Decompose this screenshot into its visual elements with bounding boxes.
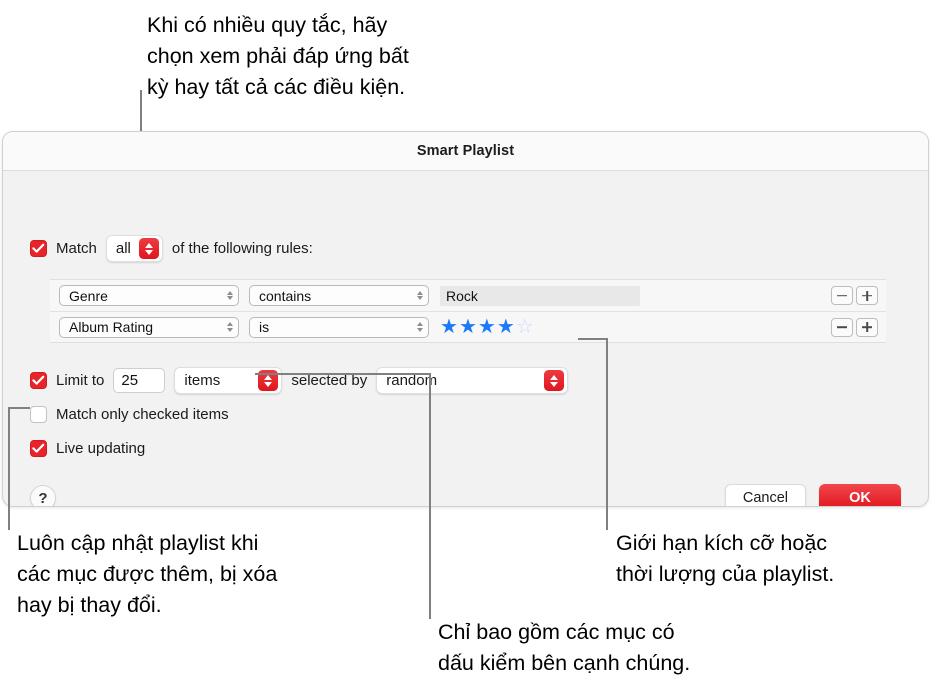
chevron-updown-icon — [417, 290, 423, 301]
limit-amount-input[interactable]: 25 — [113, 368, 166, 393]
help-button[interactable]: ? — [30, 485, 56, 506]
match-only-checked-checkbox[interactable] — [30, 406, 47, 423]
rule-field-select[interactable]: Genre — [59, 285, 239, 306]
dialog-buttons: Cancel OK — [724, 484, 901, 506]
rule-field-value: Genre — [69, 287, 108, 304]
cancel-button[interactable]: Cancel — [724, 484, 806, 506]
selected-by-popup[interactable]: random — [376, 367, 569, 394]
star-empty-icon[interactable]: ☆ — [516, 317, 534, 337]
rule-operator-select[interactable]: is — [249, 316, 429, 338]
live-updating-label: Live updating — [56, 440, 146, 457]
match-only-checked-label: Match only checked items — [56, 406, 229, 423]
rule-rating-stars[interactable]: ★ ★ ★ ★ ☆ — [440, 317, 534, 337]
leader-line-limit-v — [606, 338, 608, 530]
chevron-updown-icon — [227, 290, 233, 301]
leader-line-match-only-checked-h — [255, 373, 431, 375]
match-scope-popup[interactable]: all — [105, 235, 163, 262]
limit-row: Limit to 25 items selected by random — [30, 367, 569, 394]
dialog-body: Match all of the following rules: Genre — [3, 171, 928, 506]
match-checkbox[interactable] — [30, 240, 47, 257]
rule-row: Album Rating is ★ ★ ★ ★ ☆ — [50, 311, 886, 342]
callout-match-only-checked: Chỉ bao gồm các mục có dấu kiểm bên cạnh… — [438, 620, 691, 675]
star-filled-icon[interactable]: ★ — [478, 317, 496, 337]
match-suffix-label: of the following rules: — [171, 240, 313, 257]
dialog-titlebar: Smart Playlist — [3, 132, 928, 171]
rule-row: Genre contains Rock — [50, 280, 886, 311]
limit-unit-value: items — [184, 372, 221, 389]
rule-value-input[interactable]: Rock — [440, 285, 640, 306]
match-only-checked-row: Match only checked items — [30, 406, 229, 423]
chevron-updown-icon — [227, 322, 233, 332]
star-filled-icon[interactable]: ★ — [440, 317, 458, 337]
rule-field-select[interactable]: Album Rating — [59, 316, 239, 338]
limit-label: Limit to — [56, 372, 105, 389]
dialog-title: Smart Playlist — [416, 143, 515, 159]
star-filled-icon[interactable]: ★ — [459, 317, 477, 337]
stepper-chevrons-icon — [544, 370, 565, 391]
leader-line-live-updating-v — [8, 407, 10, 530]
add-rule-button[interactable] — [856, 317, 878, 337]
add-rule-button[interactable] — [856, 286, 878, 305]
ok-button[interactable]: OK — [819, 484, 901, 506]
checkmark-icon — [32, 243, 45, 253]
match-label: Match — [56, 240, 97, 257]
live-updating-checkbox[interactable] — [30, 440, 47, 457]
rule-row-buttons — [831, 286, 878, 305]
callout-limit: Giới hạn kích cỡ hoặc thời lượng của pla… — [616, 531, 835, 586]
callout-match-rules: Khi có nhiều quy tắc, hãy chọn xem phải … — [147, 13, 409, 99]
chevron-updown-icon — [417, 322, 423, 332]
rule-field-value: Album Rating — [69, 319, 154, 335]
rule-operator-value: contains — [259, 287, 312, 304]
checkmark-icon — [32, 375, 45, 385]
remove-rule-button[interactable] — [831, 317, 853, 337]
match-row: Match all of the following rules: — [30, 235, 313, 262]
rule-operator-select[interactable]: contains — [249, 285, 429, 306]
rule-operator-value: is — [259, 319, 270, 335]
leader-line-match-only-checked-v — [429, 373, 431, 619]
callout-live-updating: Luôn cập nhật playlist khi các mục được … — [17, 531, 278, 617]
stepper-chevrons-icon — [138, 238, 159, 259]
rule-row-buttons — [831, 317, 878, 337]
smart-playlist-dialog: Smart Playlist Match all of the followin… — [2, 131, 929, 507]
leader-line-live-updating-h — [8, 407, 30, 409]
rules-list: Genre contains Rock Album Rating is ★ ★ … — [50, 279, 886, 343]
match-scope-value: all — [115, 240, 131, 257]
live-updating-row: Live updating — [30, 440, 145, 457]
checkmark-icon — [32, 443, 45, 453]
limit-checkbox[interactable] — [30, 372, 47, 389]
screenshot-root: Khi có nhiều quy tắc, hãy chọn xem phải … — [0, 0, 931, 684]
star-filled-icon[interactable]: ★ — [497, 317, 515, 337]
remove-rule-button[interactable] — [831, 286, 853, 305]
limit-unit-popup[interactable]: items — [174, 367, 283, 394]
leader-line-limit-h — [578, 338, 608, 340]
